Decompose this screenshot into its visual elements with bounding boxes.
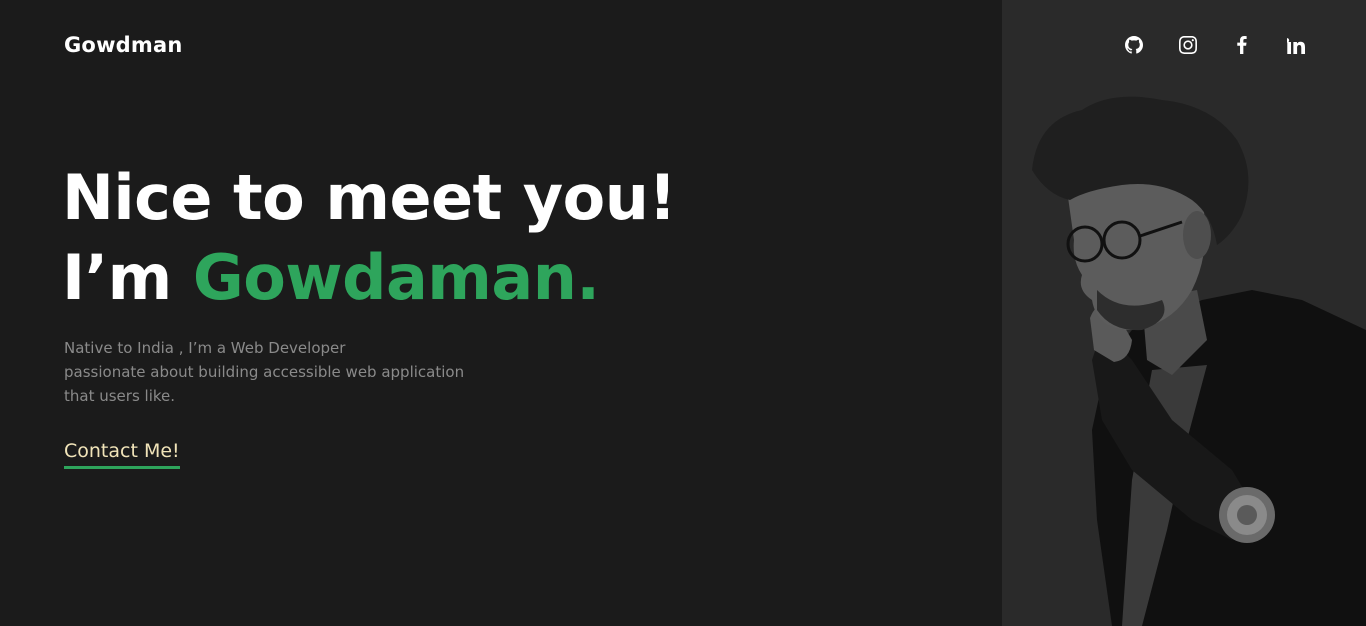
brand-logo[interactable]: Gowdman (64, 33, 183, 57)
contact-me-link[interactable]: Contact Me! (64, 440, 180, 469)
instagram-icon[interactable] (1178, 34, 1198, 56)
social-links (1124, 34, 1306, 56)
facebook-icon[interactable] (1232, 34, 1252, 56)
portrait-image (1032, 96, 1366, 626)
hero-line-2-prefix: I’m (62, 241, 193, 314)
hero-heading: Nice to meet you! I’m Gowdaman. (62, 158, 677, 318)
linkedin-icon[interactable] (1286, 34, 1306, 56)
hero-line-1: Nice to meet you! (62, 161, 677, 234)
page: Gowdman Nice to meet you! I’m Gowdaman. … (0, 0, 1366, 626)
hero-name: Gowdaman. (192, 241, 600, 314)
github-icon[interactable] (1124, 34, 1144, 56)
intro-line-2: passionate about building accessible web… (64, 363, 465, 381)
intro-text: Native to India , I’m a Web Developer pa… (64, 336, 504, 408)
intro-line-3: that users like. (64, 387, 176, 405)
intro-line-1: Native to India , I’m a Web Developer (64, 339, 346, 357)
portrait-panel (1002, 0, 1366, 626)
